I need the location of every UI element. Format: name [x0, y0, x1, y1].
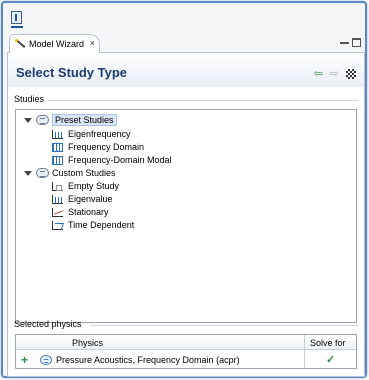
- tab-bar: Model Wizard ×: [7, 34, 365, 53]
- frequency-domain-modal-icon: [52, 155, 63, 165]
- toolbar-underline: [11, 26, 23, 28]
- maximize-icon[interactable]: [352, 38, 361, 47]
- top-toolbar: [7, 7, 365, 31]
- column-header-physics[interactable]: Physics: [72, 338, 103, 348]
- tree-item-label: Time Dependent: [68, 220, 135, 230]
- tree-item-label: Stationary: [68, 207, 109, 217]
- tree-item-frequency-domain[interactable]: Frequency Domain: [52, 141, 144, 153]
- wizard-content: Select Study Type ⇦ ⇨ Studies Preset Stu…: [7, 53, 365, 377]
- column-header-solve-for[interactable]: Solve for: [310, 338, 346, 348]
- tree-item-stationary[interactable]: Stationary: [52, 206, 109, 218]
- tree-category-preset-studies[interactable]: Preset Studies: [24, 114, 117, 126]
- studies-tree[interactable]: Preset Studies Eigenfrequency Frequency …: [15, 109, 357, 323]
- expand-triangle-icon[interactable]: [24, 117, 32, 123]
- studies-divider: [48, 100, 358, 101]
- eigenfrequency-icon: [52, 129, 63, 139]
- table-row[interactable]: + Pressure Acoustics, Frequency Domain (…: [16, 350, 356, 368]
- physics-divider: [90, 325, 358, 326]
- study-folder-icon: [36, 168, 49, 178]
- studies-group-label: Studies: [14, 94, 45, 104]
- physics-group-label: Selected physics: [14, 319, 82, 329]
- magic-wand-icon: [15, 39, 25, 49]
- selected-physics-table: Physics Solve for + Pressure Acoustics, …: [15, 334, 357, 369]
- window-controls: [340, 38, 361, 47]
- add-icon[interactable]: +: [21, 353, 28, 367]
- category-label: Preset Studies: [52, 114, 117, 126]
- stationary-icon: [52, 207, 63, 217]
- finish-flag-icon[interactable]: [346, 69, 356, 79]
- page-title: Select Study Type: [16, 65, 128, 80]
- pressure-acoustics-icon: [40, 355, 52, 365]
- tree-item-label: Frequency Domain: [68, 142, 145, 152]
- study-folder-icon: [36, 115, 49, 125]
- document-icon[interactable]: [11, 11, 22, 24]
- frequency-domain-icon: [52, 142, 63, 152]
- column-divider: [304, 350, 305, 368]
- time-dependent-icon: [52, 220, 63, 230]
- tree-category-custom-studies[interactable]: Custom Studies: [24, 167, 116, 179]
- tree-item-empty-study[interactable]: Empty Study: [52, 180, 119, 192]
- minimize-icon[interactable]: [340, 38, 349, 44]
- tree-item-frequency-domain-modal[interactable]: Frequency-Domain Modal: [52, 154, 172, 166]
- category-label: Custom Studies: [52, 168, 116, 178]
- column-divider: [304, 335, 305, 350]
- tab-model-wizard[interactable]: Model Wizard ×: [9, 34, 100, 53]
- wizard-navigation: ⇦ ⇨: [314, 69, 356, 80]
- physics-name: Pressure Acoustics, Frequency Domain (ac…: [56, 355, 240, 365]
- tree-item-label: Frequency-Domain Modal: [68, 155, 172, 165]
- tab-label: Model Wizard: [29, 39, 85, 49]
- table-header: Physics Solve for: [16, 335, 356, 350]
- tree-item-time-dependent[interactable]: Time Dependent: [52, 219, 134, 231]
- forward-arrow-icon[interactable]: ⇨: [330, 69, 339, 80]
- close-icon[interactable]: ×: [90, 38, 95, 48]
- model-wizard-window: Model Wizard × Select Study Type ⇦ ⇨ Stu…: [1, 1, 367, 378]
- expand-triangle-icon[interactable]: [24, 170, 32, 176]
- tree-item-label: Empty Study: [68, 181, 120, 191]
- eigenvalue-icon: [52, 194, 63, 204]
- back-arrow-icon[interactable]: ⇦: [314, 69, 323, 80]
- check-icon[interactable]: ✓: [326, 353, 335, 366]
- tree-item-eigenfrequency[interactable]: Eigenfrequency: [52, 128, 131, 140]
- wizard-header: Select Study Type ⇦ ⇨: [8, 53, 364, 87]
- tree-item-label: Eigenfrequency: [68, 129, 131, 139]
- empty-study-icon: [52, 181, 63, 191]
- tree-item-eigenvalue[interactable]: Eigenvalue: [52, 193, 113, 205]
- tree-item-label: Eigenvalue: [68, 194, 113, 204]
